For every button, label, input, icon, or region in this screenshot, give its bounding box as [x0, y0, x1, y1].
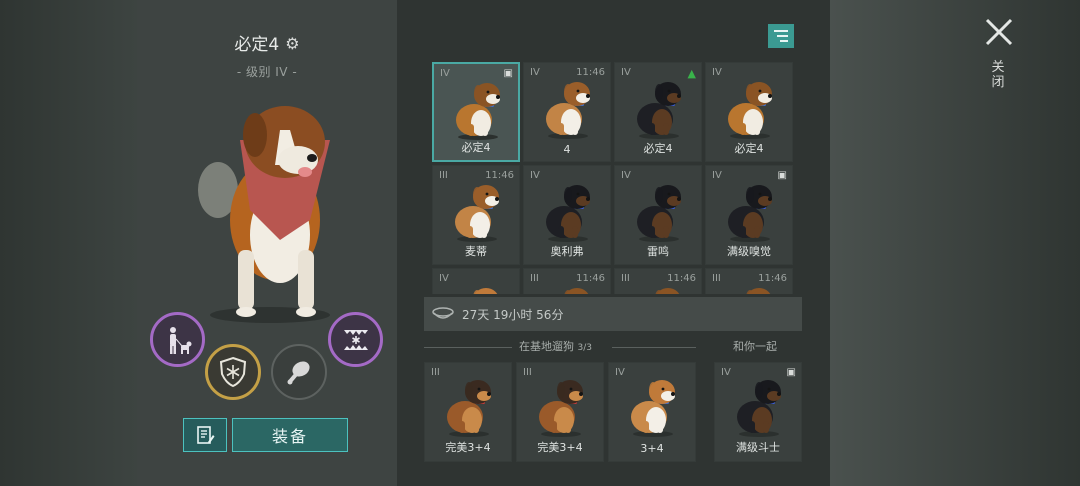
dog-icon	[746, 288, 771, 294]
base-dog-card[interactable]: III 完美3+4	[424, 362, 512, 462]
base-dog-card[interactable]: IV 3+4	[608, 362, 696, 462]
dog-icon	[637, 82, 681, 139]
base-dog-card[interactable]: III 完美3+4	[516, 362, 604, 462]
meat-icon	[287, 361, 310, 385]
dog-card-name: 完美3+4	[537, 441, 583, 454]
notes-icon	[197, 426, 215, 444]
dog-icon	[456, 83, 500, 140]
dog-card[interactable]: IV 必定4	[705, 62, 793, 162]
section-divider	[424, 347, 512, 348]
dog-icon	[737, 380, 781, 437]
dog-level: - 级别 IV -	[236, 65, 298, 79]
close-label[interactable]: 关闭	[990, 60, 1006, 90]
dog-icon	[546, 82, 590, 139]
meat-skill-button[interactable]	[271, 344, 327, 400]
dog-icon	[728, 185, 772, 242]
dog-card-name: 必定4	[643, 142, 673, 155]
dog-name: 必定4	[234, 35, 280, 55]
equip-button[interactable]: 装备	[232, 418, 348, 452]
dog-portrait	[198, 106, 330, 323]
dog-card[interactable]: IV ▣ 满级嗅觉	[705, 165, 793, 265]
dog-icon	[455, 185, 499, 242]
dog-card-name: 麦蒂	[465, 245, 487, 258]
timer-text: 27天 19小时 56分	[462, 307, 564, 322]
dog-card-name: 3+4	[640, 442, 664, 455]
dog-icon	[546, 185, 590, 242]
frost-shield-icon	[219, 356, 247, 388]
dog-name-header: 必定4 ⚙	[137, 30, 397, 55]
dog-card-name: 4	[563, 143, 571, 156]
dog-card[interactable]: III 11:46	[523, 268, 611, 294]
dog-card[interactable]: IV 奥利弗	[523, 165, 611, 265]
background-right	[830, 0, 1080, 486]
dog-card-name: 满级嗅觉	[727, 245, 771, 258]
dog-grid: IV ▣ 必定4 IV 11:46 4 IV ▲ 必定4 IV 必定4 III …	[432, 62, 796, 294]
dog-icon	[539, 380, 583, 437]
dog-card-name: 完美3+4	[445, 441, 491, 454]
dog-card-name: 雷鸣	[647, 245, 669, 258]
food-bowl-icon	[432, 307, 454, 319]
sort-filter-icon	[774, 30, 788, 42]
dog-icon	[473, 288, 498, 294]
walk-skill-button[interactable]	[150, 312, 205, 367]
dog-card[interactable]: IV	[432, 268, 520, 294]
timer-bar: 27天 19小时 56分	[424, 297, 802, 331]
walk-dog-icon	[169, 326, 191, 354]
dog-icon	[728, 82, 772, 139]
dog-icon	[564, 288, 589, 294]
dog-card-name: 必定4	[734, 142, 764, 155]
frost-fangs-skill-button[interactable]	[328, 312, 383, 367]
dog-card[interactable]: III 11:46	[705, 268, 793, 294]
with-you-section-label: 和你一起	[733, 340, 777, 353]
dog-icon	[637, 185, 681, 242]
dog-icon	[447, 380, 491, 437]
frost-shield-skill-button[interactable]	[205, 344, 261, 400]
gear-icon[interactable]: ⚙	[285, 34, 299, 53]
notes-button[interactable]	[183, 418, 227, 452]
dog-card[interactable]: IV ▲ 必定4	[614, 62, 702, 162]
dog-card[interactable]: IV 11:46 4	[523, 62, 611, 162]
dog-icon	[655, 288, 680, 294]
dog-card[interactable]: III 11:46 麦蒂	[432, 165, 520, 265]
dog-card-name: 奥利弗	[550, 245, 584, 258]
background-left	[0, 0, 137, 486]
close-icon[interactable]	[983, 16, 1015, 48]
dog-card-name: 必定4	[461, 141, 491, 154]
frost-fangs-icon	[343, 329, 368, 350]
section-divider	[612, 347, 696, 348]
dog-card[interactable]: IV 雷鸣	[614, 165, 702, 265]
base-section-label: 在基地遛狗 3/3	[519, 340, 592, 353]
dog-card-name: 满级斗士	[736, 441, 780, 454]
dog-icon	[631, 380, 675, 437]
sort-button[interactable]	[768, 24, 794, 48]
dog-card[interactable]: III 11:46	[614, 268, 702, 294]
dog-card[interactable]: IV ▣ 必定4	[432, 62, 520, 162]
with-you-dog-card[interactable]: IV ▣ 满级斗士	[714, 362, 802, 462]
